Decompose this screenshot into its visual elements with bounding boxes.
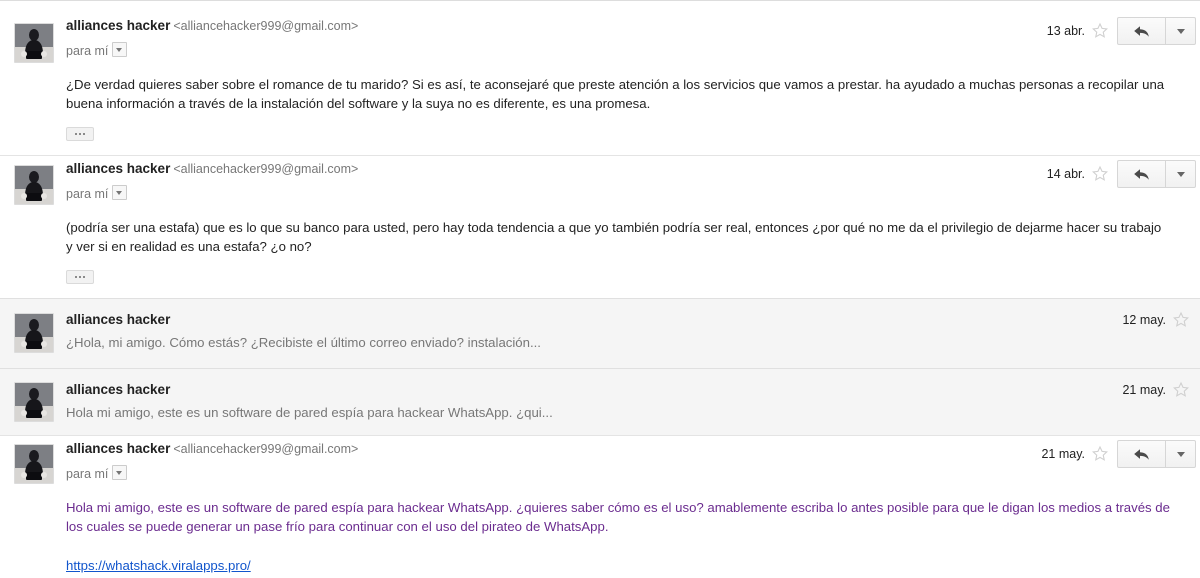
- reply-button-group: [1117, 17, 1196, 45]
- sender-name: alliances hacker: [66, 312, 171, 327]
- chevron-down-icon[interactable]: [112, 465, 128, 480]
- recipient-line[interactable]: para mí: [66, 465, 1200, 482]
- sender-email: <alliancehacker999@gmail.com>: [173, 442, 359, 456]
- message-body: ¿De verdad quieres saber sobre el romanc…: [0, 63, 1200, 113]
- star-outline-icon[interactable]: [1172, 311, 1190, 329]
- message-actions: 21 may.: [1041, 440, 1200, 468]
- message-snippet: Hola mi amigo, este es un software de pa…: [66, 405, 553, 420]
- reply-button[interactable]: [1118, 441, 1165, 467]
- more-options-button[interactable]: [1165, 161, 1195, 187]
- reply-arrow-icon: [1134, 448, 1149, 460]
- star-outline-icon[interactable]: [1091, 445, 1109, 463]
- message-header: alliances hacker <alliancehacker999@gmail…: [0, 156, 1200, 206]
- message-expanded: alliances hacker <alliancehacker999@gmail…: [0, 435, 1200, 578]
- sender-email: <alliancehacker999@gmail.com>: [173, 19, 359, 33]
- more-options-button[interactable]: [1165, 441, 1195, 467]
- message-snippet: ¿Hola, mi amigo. Cómo estás? ¿Recibiste …: [66, 335, 541, 350]
- email-thread: alliances hacker <alliancehacker999@gmail…: [0, 0, 1200, 578]
- more-options-button[interactable]: [1165, 18, 1195, 44]
- ellipsis-icon: [79, 276, 81, 278]
- message-date: 21 may.: [1122, 383, 1166, 397]
- ellipsis-icon: [83, 276, 85, 278]
- message-actions: 12 may.: [1122, 311, 1200, 329]
- message-collapsed[interactable]: alliances hacker ¿Hola, mi amigo. Cómo e…: [0, 298, 1200, 368]
- sender-name: alliances hacker: [66, 161, 171, 176]
- reply-button[interactable]: [1118, 161, 1165, 187]
- chevron-down-icon[interactable]: [112, 42, 128, 57]
- reply-arrow-icon: [1134, 25, 1149, 37]
- message-actions: 13 abr.: [1047, 17, 1200, 45]
- sender-name: alliances hacker: [66, 382, 171, 397]
- star-outline-icon[interactable]: [1091, 22, 1109, 40]
- ellipsis-icon: [79, 133, 81, 135]
- message-body-text: (podría ser una estafa) que es lo que su…: [66, 220, 1162, 254]
- recipient-label: para mí: [66, 44, 109, 58]
- recipient-line[interactable]: para mí: [66, 42, 1200, 59]
- message-date: 14 abr.: [1046, 167, 1085, 181]
- recipient-label: para mí: [66, 187, 109, 201]
- message-date: 12 may.: [1122, 313, 1166, 327]
- ellipsis-icon: [83, 133, 85, 135]
- reply-button[interactable]: [1118, 18, 1165, 44]
- recipient-label: para mí: [66, 467, 109, 481]
- chevron-down-icon[interactable]: [112, 185, 128, 200]
- message-link[interactable]: https://whatshack.viralapps.pro/: [66, 556, 251, 575]
- sender-name: alliances hacker: [66, 441, 171, 456]
- ellipsis-icon: [75, 133, 77, 135]
- message-body-text: ¿De verdad quieres saber sobre el romanc…: [66, 77, 1165, 111]
- message-body: Hola mi amigo, este es un software de pa…: [0, 486, 1200, 575]
- message-body: (podría ser una estafa) que es lo que su…: [0, 206, 1200, 256]
- message-actions: 21 may.: [1122, 381, 1200, 399]
- message-expanded: alliances hacker <alliancehacker999@gmail…: [0, 0, 1200, 155]
- star-outline-icon[interactable]: [1091, 165, 1109, 183]
- recipient-line[interactable]: para mí: [66, 185, 1200, 202]
- sender-line: alliances hacker <alliancehacker999@gmail…: [66, 17, 1200, 35]
- message-header: alliances hacker <alliancehacker999@gmail…: [0, 1, 1200, 63]
- show-trimmed-content-button[interactable]: [66, 127, 94, 141]
- collapsed-message-content[interactable]: alliances hacker ¿Hola, mi amigo. Cómo e…: [0, 299, 1200, 364]
- sender-line: alliances hacker <alliancehacker999@gmail…: [66, 440, 1200, 458]
- message-date: 21 may.: [1041, 447, 1085, 461]
- collapsed-message-content[interactable]: alliances hacker Hola mi amigo, este es …: [0, 369, 1200, 434]
- star-outline-icon[interactable]: [1172, 381, 1190, 399]
- message-expanded: alliances hacker <alliancehacker999@gmail…: [0, 155, 1200, 298]
- ellipsis-icon: [75, 276, 77, 278]
- message-collapsed[interactable]: alliances hacker Hola mi amigo, este es …: [0, 368, 1200, 435]
- message-body-text: Hola mi amigo, este es un software de pa…: [66, 500, 1170, 534]
- show-trimmed-content-button[interactable]: [66, 270, 94, 284]
- message-date: 13 abr.: [1046, 24, 1085, 38]
- reply-arrow-icon: [1134, 168, 1149, 180]
- sender-name: alliances hacker: [66, 18, 171, 33]
- reply-button-group: [1117, 160, 1196, 188]
- sender-line: alliances hacker <alliancehacker999@gmail…: [66, 160, 1200, 178]
- reply-button-group: [1117, 440, 1196, 468]
- sender-email: <alliancehacker999@gmail.com>: [173, 162, 359, 176]
- message-actions: 14 abr.: [1047, 160, 1200, 188]
- message-header: alliances hacker <alliancehacker999@gmail…: [0, 436, 1200, 486]
